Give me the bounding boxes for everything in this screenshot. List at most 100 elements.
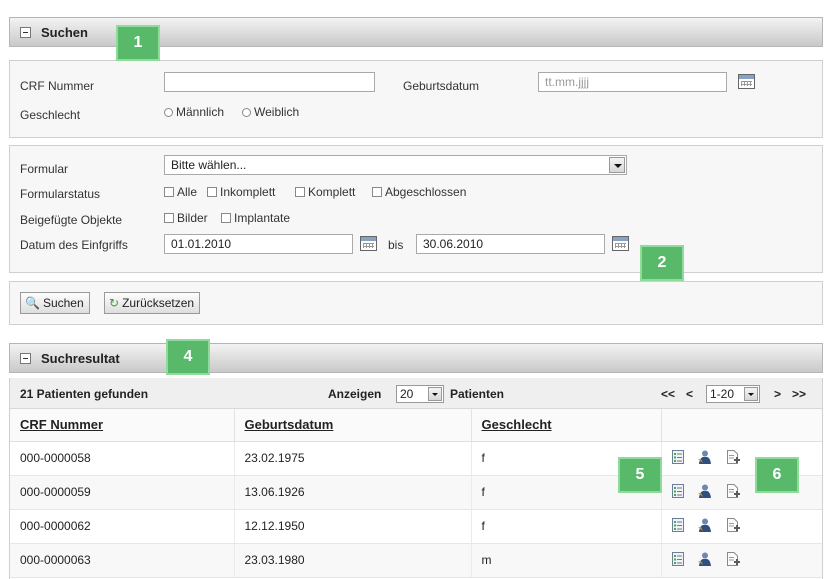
pager-next[interactable]: > — [774, 387, 781, 401]
page-size-select[interactable]: 20 — [396, 385, 444, 403]
chevron-down-icon[interactable] — [609, 157, 625, 173]
gender-male-radio[interactable]: Männlich — [164, 105, 224, 119]
form-select-value: Bitte wählen... — [171, 158, 247, 172]
date-to-input[interactable]: 30.06.2010 — [416, 234, 605, 254]
table-header-row: CRF Nummer Geburtsdatum Geschlecht — [10, 409, 822, 442]
calendar-icon[interactable] — [738, 74, 755, 89]
patient-icon[interactable] — [697, 518, 713, 535]
form-label: Formular — [20, 162, 69, 176]
cell-crf: 000-0000059 — [10, 475, 235, 510]
cell-gender: m — [471, 543, 662, 578]
cell-actions — [661, 509, 822, 544]
show-label: Anzeigen — [328, 387, 382, 401]
table-row[interactable]: 000-0000062 12.12.1950 f — [10, 509, 822, 544]
cell-birthdate: 13.06.1926 — [234, 475, 472, 510]
search-button[interactable]: 🔍 Suchen — [20, 292, 90, 314]
results-panel-header[interactable]: Suchresultat — [9, 343, 823, 373]
page-range-select[interactable]: 1-20 — [706, 385, 760, 403]
attached-objects-label: Beigefügte Objekte — [20, 213, 123, 227]
annotation-badge-2: 2 — [640, 245, 684, 281]
list-icon[interactable] — [671, 517, 684, 535]
pager-first[interactable]: << — [661, 387, 675, 401]
checkbox-icon[interactable] — [295, 187, 305, 197]
chevron-down-icon[interactable] — [428, 387, 442, 401]
list-icon[interactable] — [671, 449, 684, 467]
status-closed-checkbox[interactable]: Abgeschlossen — [372, 185, 466, 199]
radio-icon[interactable] — [164, 108, 173, 117]
column-crf[interactable]: CRF Nummer — [10, 409, 235, 442]
patients-label: Patienten — [450, 387, 505, 401]
page-size-value: 20 — [400, 387, 414, 401]
chevron-down-icon[interactable] — [744, 387, 758, 401]
table-row[interactable]: 000-0000059 13.06.1926 f — [10, 475, 822, 510]
checkbox-icon[interactable] — [164, 187, 174, 197]
refresh-icon: ↻ — [109, 296, 120, 310]
crf-input[interactable] — [164, 72, 375, 92]
form-status-label: Formularstatus — [20, 187, 101, 201]
surgery-date-label: Datum des Einfgriffs — [20, 238, 128, 252]
magnifier-icon: 🔍 — [25, 296, 40, 310]
annotation-badge-4: 4 — [166, 339, 210, 375]
status-complete-label: Komplett — [308, 185, 356, 199]
cell-crf: 000-0000058 — [10, 441, 235, 476]
crf-label: CRF Nummer — [20, 79, 94, 93]
annotation-badge-1: 1 — [116, 25, 160, 61]
objects-images-label: Bilder — [177, 211, 208, 225]
results-toolbar: 21 Patienten gefunden Anzeigen 20 Patien… — [10, 378, 822, 409]
cell-birthdate: 23.02.1975 — [234, 441, 472, 476]
search-button-label: Suchen — [42, 296, 84, 310]
annotation-badge-6: 6 — [755, 457, 799, 493]
status-all-checkbox[interactable]: Alle — [164, 185, 197, 199]
table-row[interactable]: 000-0000063 23.03.1980 m — [10, 543, 822, 578]
page-range-value: 1-20 — [710, 387, 735, 401]
birthdate-label: Geburtsdatum — [403, 79, 480, 93]
date-to-label: bis — [388, 238, 404, 252]
cell-crf: 000-0000062 — [10, 509, 235, 544]
list-icon[interactable] — [671, 483, 684, 501]
search-panel-title: Suchen — [41, 24, 88, 40]
objects-implants-checkbox[interactable]: Implantate — [221, 211, 290, 225]
results-panel: 21 Patienten gefunden Anzeigen 20 Patien… — [9, 378, 823, 579]
date-from-input[interactable]: 01.01.2010 — [164, 234, 353, 254]
patient-icon[interactable] — [697, 450, 713, 467]
search-actions-box: 🔍 Suchen ↻ Zurücksetzen — [9, 281, 823, 325]
patient-icon[interactable] — [697, 552, 713, 569]
calendar-icon[interactable] — [612, 236, 629, 251]
search-patient-box: CRF Nummer Geburtsdatum tt.mm.jjjj Gesch… — [9, 60, 823, 138]
add-document-icon[interactable] — [726, 449, 741, 467]
radio-icon[interactable] — [242, 108, 251, 117]
column-birthdate[interactable]: Geburtsdatum — [234, 409, 472, 442]
cell-birthdate: 23.03.1980 — [234, 543, 472, 578]
patient-icon[interactable] — [697, 484, 713, 501]
objects-images-checkbox[interactable]: Bilder — [164, 211, 208, 225]
column-gender[interactable]: Geschlecht — [471, 409, 662, 442]
annotation-badge-5: 5 — [618, 457, 662, 493]
reset-button[interactable]: ↻ Zurücksetzen — [104, 292, 201, 314]
list-icon[interactable] — [671, 551, 684, 569]
checkbox-icon[interactable] — [207, 187, 217, 197]
cell-gender: f — [471, 509, 662, 544]
pager-last[interactable]: >> — [792, 387, 806, 401]
form-select[interactable]: Bitte wählen... — [164, 155, 627, 175]
add-document-icon[interactable] — [726, 551, 741, 569]
gender-female-radio[interactable]: Weiblich — [242, 105, 299, 119]
checkbox-icon[interactable] — [221, 213, 231, 223]
birthdate-input[interactable]: tt.mm.jjjj — [538, 72, 727, 92]
collapse-icon[interactable] — [20, 26, 31, 38]
status-incomplete-label: Inkomplett — [220, 185, 276, 199]
checkbox-icon[interactable] — [372, 187, 382, 197]
status-complete-checkbox[interactable]: Komplett — [295, 185, 355, 199]
results-table: CRF Nummer Geburtsdatum Geschlecht 000-0… — [10, 409, 822, 578]
checkbox-icon[interactable] — [164, 213, 174, 223]
gender-male-label: Männlich — [176, 105, 225, 119]
add-document-icon[interactable] — [726, 483, 741, 501]
collapse-icon[interactable] — [20, 352, 31, 364]
calendar-icon[interactable] — [360, 236, 377, 251]
gender-label: Geschlecht — [20, 108, 81, 122]
pager-prev[interactable]: < — [686, 387, 693, 401]
status-incomplete-checkbox[interactable]: Inkomplett — [207, 185, 275, 199]
cell-birthdate: 12.12.1950 — [234, 509, 472, 544]
add-document-icon[interactable] — [726, 517, 741, 535]
gender-female-label: Weiblich — [254, 105, 300, 119]
table-row[interactable]: 000-0000058 23.02.1975 f — [10, 441, 822, 476]
